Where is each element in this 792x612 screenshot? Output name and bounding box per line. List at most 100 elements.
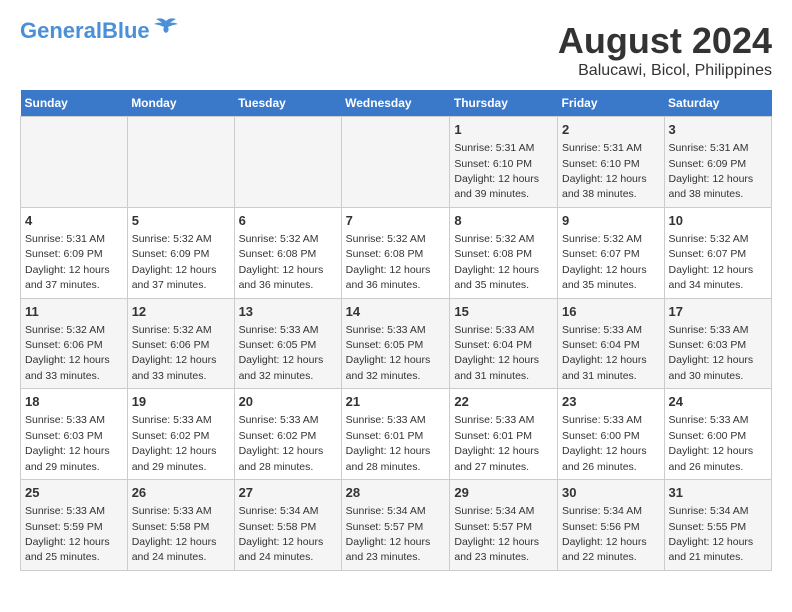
day-number: 24 [669,393,767,411]
calendar-cell: 15 Sunrise: 5:33 AM Sunset: 6:04 PM Dayli… [450,298,558,389]
day-info: Sunrise: 5:33 AM Sunset: 6:03 PM Dayligh… [669,324,754,382]
day-number: 1 [454,121,553,139]
day-info: Sunrise: 5:32 AM Sunset: 6:08 PM Dayligh… [346,233,431,291]
day-info: Sunrise: 5:31 AM Sunset: 6:09 PM Dayligh… [669,142,754,200]
calendar-cell: 14 Sunrise: 5:33 AM Sunset: 6:05 PM Dayli… [341,298,450,389]
day-info: Sunrise: 5:34 AM Sunset: 5:55 PM Dayligh… [669,505,754,563]
day-number: 23 [562,393,660,411]
day-info: Sunrise: 5:33 AM Sunset: 6:05 PM Dayligh… [346,324,431,382]
calendar-week-row: 11 Sunrise: 5:32 AM Sunset: 6:06 PM Dayli… [21,298,772,389]
calendar-table: SundayMondayTuesdayWednesdayThursdayFrid… [20,90,772,571]
day-number: 13 [239,303,337,321]
calendar-cell: 7 Sunrise: 5:32 AM Sunset: 6:08 PM Daylig… [341,207,450,298]
page-subtitle: Balucawi, Bicol, Philippines [558,62,772,80]
day-number: 4 [25,212,123,230]
day-info: Sunrise: 5:32 AM Sunset: 6:08 PM Dayligh… [454,233,539,291]
calendar-cell: 31 Sunrise: 5:34 AM Sunset: 5:55 PM Dayli… [664,480,771,571]
day-info: Sunrise: 5:33 AM Sunset: 6:03 PM Dayligh… [25,414,110,472]
calendar-cell: 19 Sunrise: 5:33 AM Sunset: 6:02 PM Dayli… [127,389,234,480]
weekday-header-wednesday: Wednesday [341,90,450,117]
calendar-cell: 29Sunrise: 5:34 AM Sunset: 5:57 PM Dayli… [450,480,558,571]
day-number: 9 [562,212,660,230]
calendar-cell: 9 Sunrise: 5:32 AM Sunset: 6:07 PM Daylig… [557,207,664,298]
day-info: Sunrise: 5:33 AM Sunset: 6:05 PM Dayligh… [239,324,324,382]
day-info: Sunrise: 5:33 AM Sunset: 6:02 PM Dayligh… [132,414,217,472]
day-number: 7 [346,212,446,230]
day-info: Sunrise: 5:33 AM Sunset: 6:04 PM Dayligh… [454,324,539,382]
calendar-cell: 24Sunrise: 5:33 AM Sunset: 6:00 PM Dayli… [664,389,771,480]
calendar-cell: 6Sunrise: 5:32 AM Sunset: 6:08 PM Daylig… [234,207,341,298]
calendar-cell: 23 Sunrise: 5:33 AM Sunset: 6:00 PM Dayli… [557,389,664,480]
weekday-header-saturday: Saturday [664,90,771,117]
day-number: 28 [346,484,446,502]
day-number: 25 [25,484,123,502]
day-info: Sunrise: 5:33 AM Sunset: 6:02 PM Dayligh… [239,414,324,472]
weekday-header-tuesday: Tuesday [234,90,341,117]
day-info: Sunrise: 5:33 AM Sunset: 6:01 PM Dayligh… [346,414,431,472]
day-number: 8 [454,212,553,230]
calendar-cell: 30Sunrise: 5:34 AM Sunset: 5:56 PM Dayli… [557,480,664,571]
calendar-cell: 27 Sunrise: 5:34 AM Sunset: 5:58 PM Dayli… [234,480,341,571]
calendar-cell [21,117,128,208]
day-info: Sunrise: 5:33 AM Sunset: 6:04 PM Dayligh… [562,324,647,382]
day-info: Sunrise: 5:33 AM Sunset: 6:01 PM Dayligh… [454,414,539,472]
day-number: 31 [669,484,767,502]
calendar-week-row: 4Sunrise: 5:31 AM Sunset: 6:09 PM Daylig… [21,207,772,298]
logo-text: GeneralBlue [20,20,150,42]
calendar-cell: 16 Sunrise: 5:33 AM Sunset: 6:04 PM Dayli… [557,298,664,389]
weekday-header-sunday: Sunday [21,90,128,117]
day-info: Sunrise: 5:32 AM Sunset: 6:06 PM Dayligh… [132,324,217,382]
day-number: 18 [25,393,123,411]
calendar-cell: 20 Sunrise: 5:33 AM Sunset: 6:02 PM Dayli… [234,389,341,480]
day-number: 27 [239,484,337,502]
day-number: 29 [454,484,553,502]
day-info: Sunrise: 5:32 AM Sunset: 6:09 PM Dayligh… [132,233,217,291]
calendar-cell: 12 Sunrise: 5:32 AM Sunset: 6:06 PM Dayli… [127,298,234,389]
day-number: 6 [239,212,337,230]
calendar-cell: 25 Sunrise: 5:33 AM Sunset: 5:59 PM Dayli… [21,480,128,571]
calendar-cell: 2 Sunrise: 5:31 AM Sunset: 6:10 PM Daylig… [557,117,664,208]
page-title: August 2024 [558,20,772,62]
calendar-cell: 26 Sunrise: 5:33 AM Sunset: 5:58 PM Dayli… [127,480,234,571]
day-number: 3 [669,121,767,139]
calendar-cell: 11 Sunrise: 5:32 AM Sunset: 6:06 PM Dayli… [21,298,128,389]
day-number: 26 [132,484,230,502]
day-number: 17 [669,303,767,321]
day-info: Sunrise: 5:34 AM Sunset: 5:58 PM Dayligh… [239,505,324,563]
calendar-cell: 22Sunrise: 5:33 AM Sunset: 6:01 PM Dayli… [450,389,558,480]
day-info: Sunrise: 5:34 AM Sunset: 5:57 PM Dayligh… [346,505,431,563]
day-number: 19 [132,393,230,411]
day-info: Sunrise: 5:33 AM Sunset: 5:58 PM Dayligh… [132,505,217,563]
calendar-header: SundayMondayTuesdayWednesdayThursdayFrid… [21,90,772,117]
weekday-header-thursday: Thursday [450,90,558,117]
day-number: 2 [562,121,660,139]
day-info: Sunrise: 5:32 AM Sunset: 6:06 PM Dayligh… [25,324,110,382]
day-info: Sunrise: 5:32 AM Sunset: 6:07 PM Dayligh… [562,233,647,291]
weekday-header-friday: Friday [557,90,664,117]
day-number: 12 [132,303,230,321]
page-header: GeneralBlue August 2024 Balucawi, Bicol,… [20,20,772,80]
calendar-cell: 4Sunrise: 5:31 AM Sunset: 6:09 PM Daylig… [21,207,128,298]
title-block: August 2024 Balucawi, Bicol, Philippines [558,20,772,80]
weekday-header-monday: Monday [127,90,234,117]
day-info: Sunrise: 5:33 AM Sunset: 5:59 PM Dayligh… [25,505,110,563]
day-number: 10 [669,212,767,230]
day-number: 14 [346,303,446,321]
calendar-cell: 18 Sunrise: 5:33 AM Sunset: 6:03 PM Dayli… [21,389,128,480]
day-number: 20 [239,393,337,411]
day-number: 30 [562,484,660,502]
calendar-week-row: 25 Sunrise: 5:33 AM Sunset: 5:59 PM Dayli… [21,480,772,571]
day-info: Sunrise: 5:31 AM Sunset: 6:10 PM Dayligh… [562,142,647,200]
day-number: 11 [25,303,123,321]
calendar-cell: 8 Sunrise: 5:32 AM Sunset: 6:08 PM Daylig… [450,207,558,298]
day-info: Sunrise: 5:33 AM Sunset: 6:00 PM Dayligh… [562,414,647,472]
calendar-week-row: 1 Sunrise: 5:31 AM Sunset: 6:10 PM Daylig… [21,117,772,208]
day-number: 16 [562,303,660,321]
calendar-cell: 5Sunrise: 5:32 AM Sunset: 6:09 PM Daylig… [127,207,234,298]
day-number: 15 [454,303,553,321]
calendar-cell [127,117,234,208]
logo-bird-icon [152,17,180,37]
day-info: Sunrise: 5:31 AM Sunset: 6:10 PM Dayligh… [454,142,539,200]
calendar-body: 1 Sunrise: 5:31 AM Sunset: 6:10 PM Daylig… [21,117,772,571]
calendar-cell [341,117,450,208]
